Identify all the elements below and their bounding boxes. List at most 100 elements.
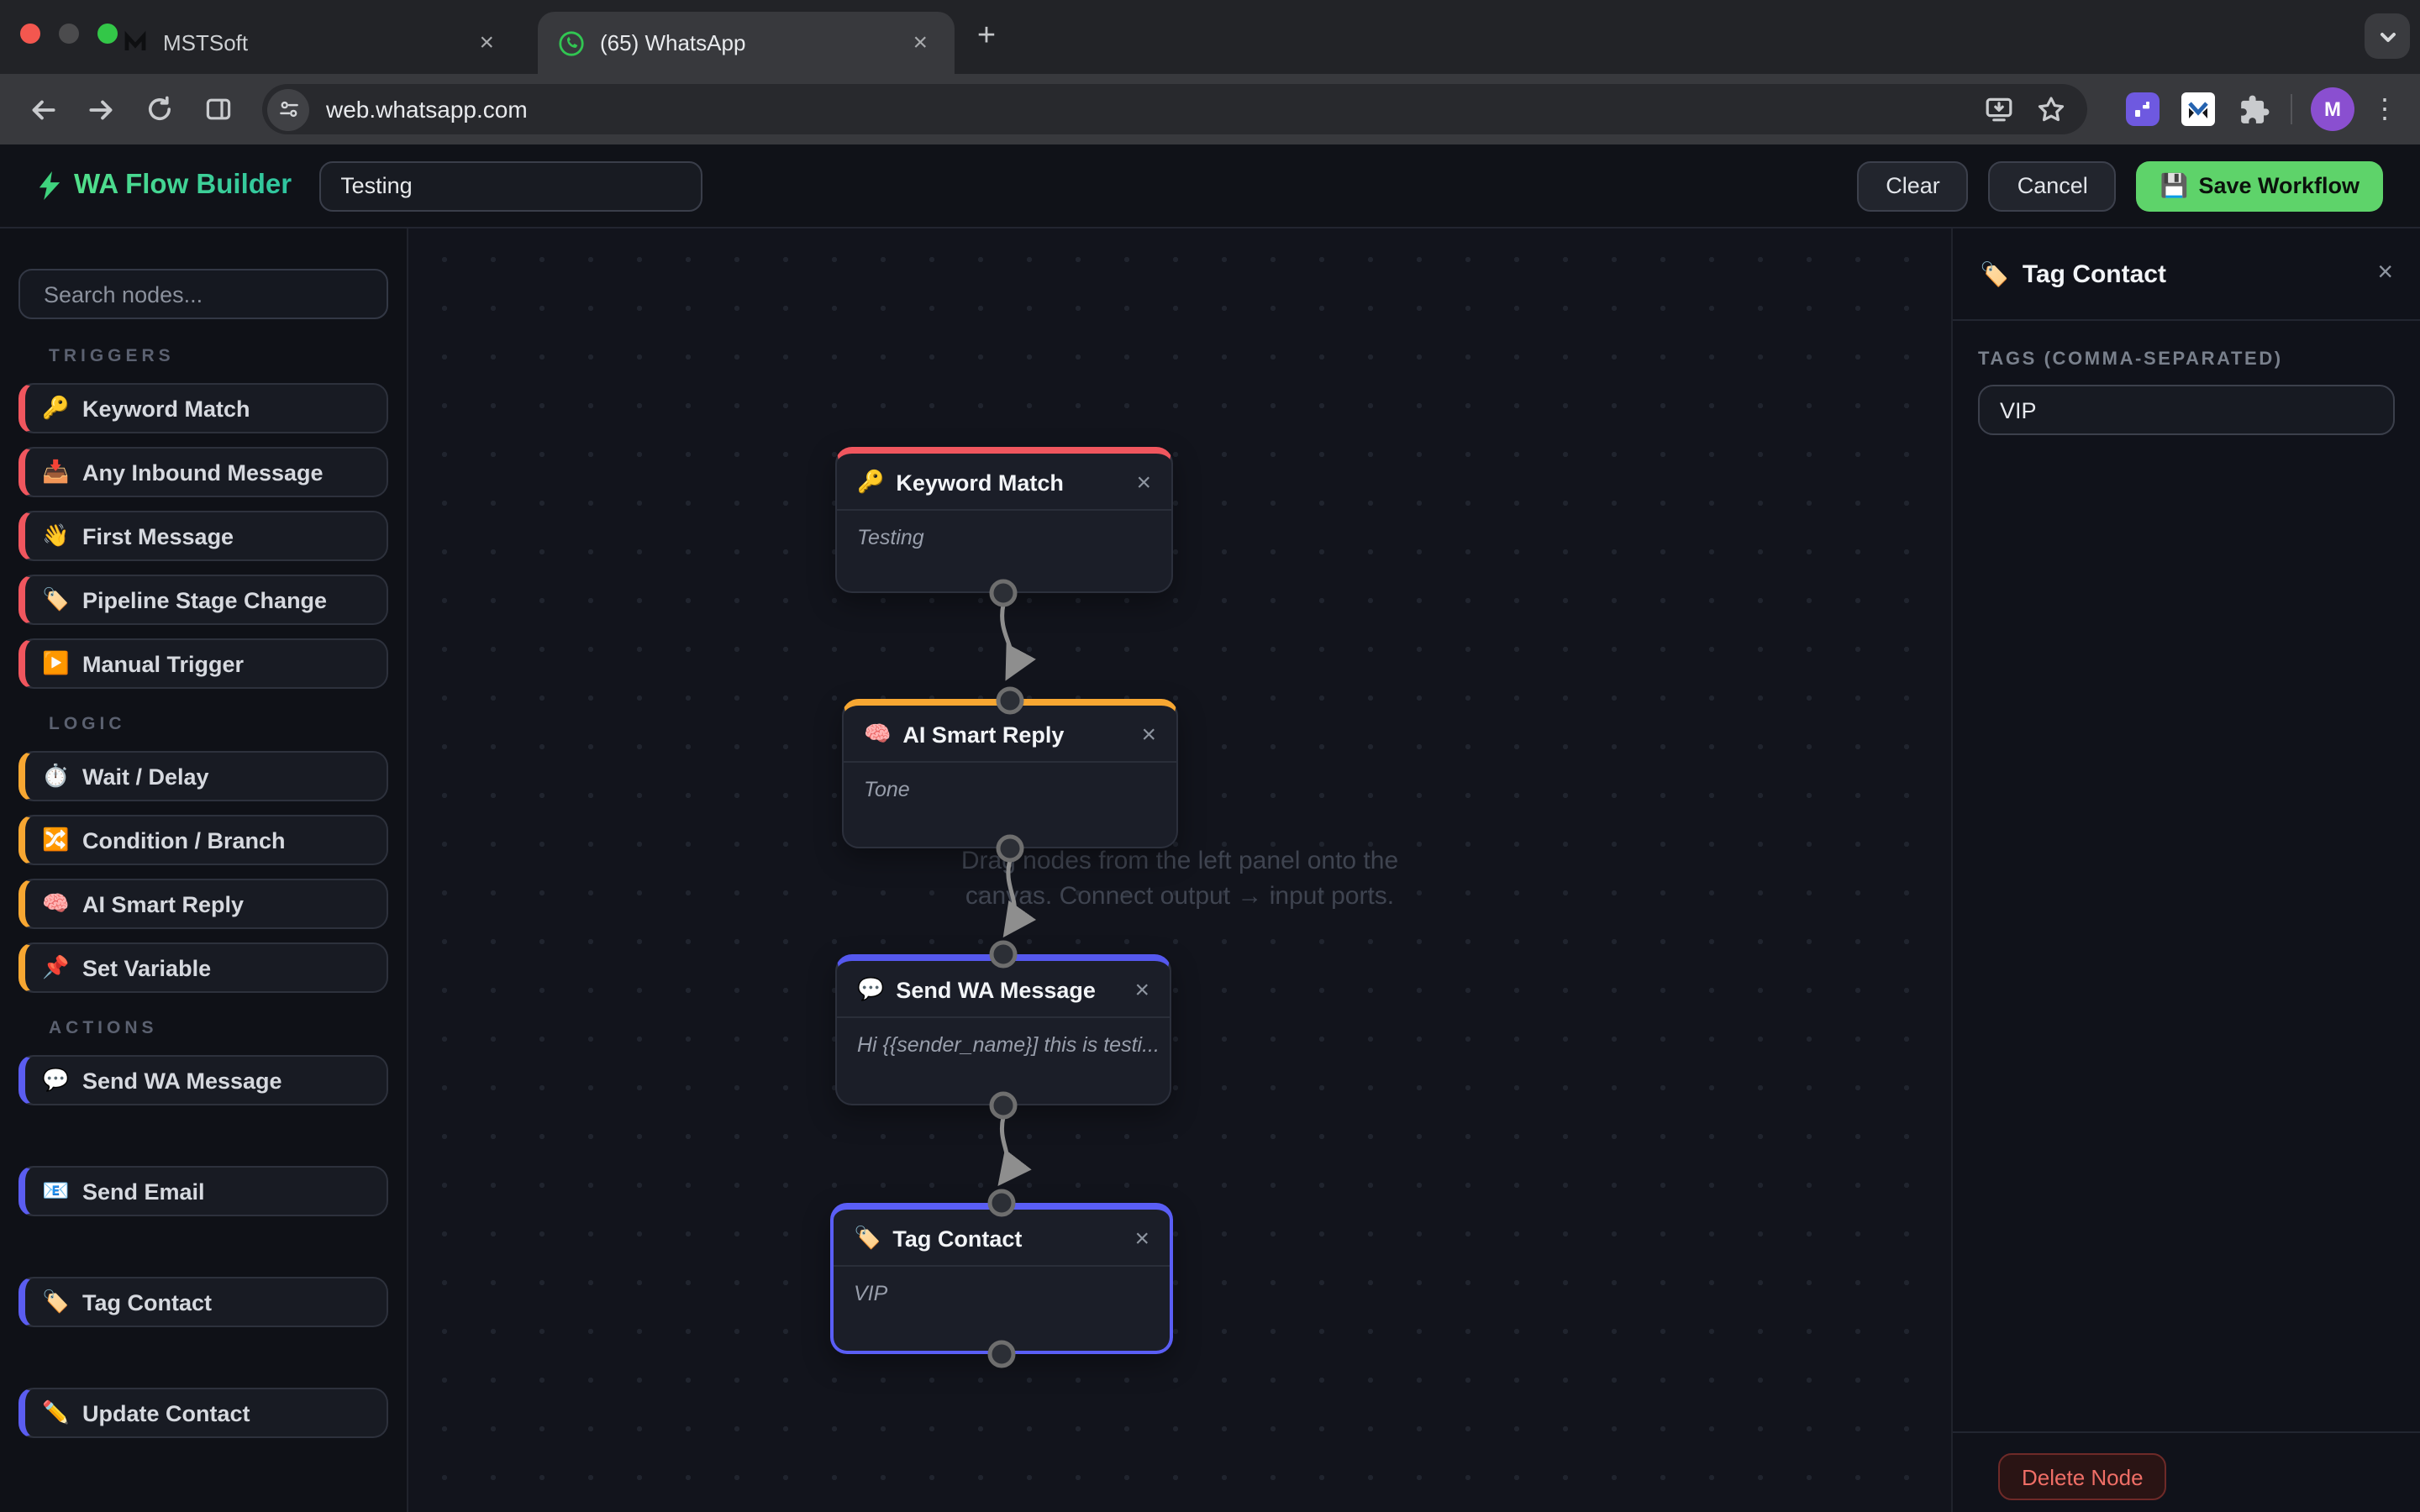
canvas-hint-line1: Drag nodes from the left panel onto the <box>408 843 1951 879</box>
install-icon <box>1982 93 2014 125</box>
speech-bubble-icon: 💬 <box>42 1067 71 1094</box>
node-palette-sidebar: TRIGGERS 🔑 Keyword Match 📥 Any Inbound M… <box>0 228 408 1512</box>
profile-avatar[interactable]: M <box>2311 87 2354 131</box>
node-title: AI Smart Reply <box>902 722 1064 747</box>
tab-close-icon[interactable]: × <box>472 30 501 55</box>
key-icon: 🔑 <box>857 469 884 496</box>
node-header: 🔑 Keyword Match × <box>837 454 1171 511</box>
tab-search-button[interactable] <box>2365 13 2410 59</box>
inspector-close-icon[interactable]: × <box>2377 259 2393 289</box>
palette-item-condition-branch[interactable]: 🔀 Condition / Branch <box>18 815 388 865</box>
tab-close-icon[interactable]: × <box>906 30 934 55</box>
shuffle-icon: 🔀 <box>42 827 71 853</box>
side-panel-button[interactable] <box>197 87 240 131</box>
node-tag-contact-selected[interactable]: 🏷️ Tag Contact × VIP <box>830 1203 1173 1354</box>
star-icon <box>2034 93 2066 125</box>
palette-item-wait-delay[interactable]: ⏱️ Wait / Delay <box>18 751 388 801</box>
section-label-actions: ACTIONS <box>18 1018 388 1038</box>
forward-button[interactable] <box>79 87 123 131</box>
node-keyword-match[interactable]: 🔑 Keyword Match × Testing <box>835 447 1173 593</box>
inbox-icon: 📥 <box>42 459 71 486</box>
pushpin-icon: 📌 <box>42 954 71 981</box>
back-button[interactable] <box>20 87 64 131</box>
node-ai-smart-reply[interactable]: 🧠 AI Smart Reply × Tone <box>842 699 1178 848</box>
node-close-icon[interactable]: × <box>1141 722 1156 747</box>
stopwatch-icon: ⏱️ <box>42 763 71 790</box>
palette-item-label: Pipeline Stage Change <box>82 587 327 612</box>
extensions-puzzle-button[interactable] <box>2237 92 2270 126</box>
save-workflow-button[interactable]: 💾 Save Workflow <box>2137 160 2383 211</box>
url-text[interactable]: web.whatsapp.com <box>326 96 528 123</box>
palette-item-label: Manual Trigger <box>82 651 244 676</box>
workflow-name-input[interactable] <box>318 160 702 211</box>
inspector-footer: Delete Node <box>1953 1431 2420 1512</box>
palette-item-label: First Message <box>82 523 234 549</box>
section-label-triggers: TRIGGERS <box>18 346 388 366</box>
palette-item-label: Update Contact <box>82 1400 250 1425</box>
node-close-icon[interactable]: × <box>1136 470 1151 495</box>
palette-item-manual-trigger[interactable]: ▶️ Manual Trigger <box>18 638 388 689</box>
palette-item-label: Set Variable <box>82 955 211 980</box>
node-header: 💬 Send WA Message × <box>837 961 1170 1018</box>
section-label-logic: LOGIC <box>18 714 388 734</box>
clear-button[interactable]: Clear <box>1857 160 1969 211</box>
palette-item-send-email[interactable]: 📧 Send Email <box>18 1166 388 1216</box>
palette-item-any-inbound-message[interactable]: 📥 Any Inbound Message <box>18 447 388 497</box>
app-title: WA Flow Builder <box>74 170 292 202</box>
mstsoft-dark-logo-icon <box>121 29 148 56</box>
address-bar[interactable]: web.whatsapp.com <box>262 84 2087 134</box>
window-minimize-button[interactable] <box>59 24 79 44</box>
tab-whatsapp[interactable]: (65) WhatsApp × <box>538 12 955 74</box>
palette-item-update-contact[interactable]: ✏️ Update Contact <box>18 1388 388 1438</box>
palette-item-keyword-match[interactable]: 🔑 Keyword Match <box>18 383 388 433</box>
browser-tab-bar: MSTSoft × (65) WhatsApp × + <box>0 0 2420 74</box>
edge-keyword-to-ai[interactable] <box>1002 605 1013 675</box>
browser-menu-button[interactable]: ⋮ <box>2370 92 2400 126</box>
canvas-hint-line2: canvas. Connect output → input ports. <box>408 879 1951 914</box>
palette-item-label: Any Inbound Message <box>82 459 324 485</box>
install-app-button[interactable] <box>1981 92 2015 126</box>
palette-item-ai-smart-reply[interactable]: 🧠 AI Smart Reply <box>18 879 388 929</box>
palette-item-send-wa-message[interactable]: 💬 Send WA Message <box>18 1055 388 1105</box>
palette-item-label: AI Smart Reply <box>82 891 244 916</box>
play-icon: ▶️ <box>42 650 71 677</box>
new-tab-button[interactable]: + <box>965 15 1008 59</box>
side-panel-icon <box>203 94 234 124</box>
node-send-wa-message[interactable]: 💬 Send WA Message × Hi {{sender_name}] t… <box>835 954 1171 1105</box>
browser-toolbar: web.whatsapp.com <box>0 74 2420 144</box>
extension-purple-icon[interactable] <box>2126 92 2160 126</box>
back-arrow-icon <box>26 93 58 125</box>
delete-node-button[interactable]: Delete Node <box>1998 1453 2167 1500</box>
reload-button[interactable] <box>138 87 182 131</box>
palette-item-pipeline-stage-change[interactable]: 🏷️ Pipeline Stage Change <box>18 575 388 625</box>
palette-item-label: Tag Contact <box>82 1289 212 1315</box>
app-root: MSTSoft × (65) WhatsApp × + <box>0 0 2420 1512</box>
flow-canvas[interactable]: Drag nodes from the left panel onto the … <box>408 228 1951 1512</box>
forward-arrow-icon <box>85 93 117 125</box>
node-close-icon[interactable]: × <box>1134 1226 1150 1251</box>
edge-send-to-tag[interactable] <box>1002 1117 1008 1181</box>
cancel-button[interactable]: Cancel <box>1989 160 2117 211</box>
node-close-icon[interactable]: × <box>1134 977 1150 1002</box>
palette-item-first-message[interactable]: 👋 First Message <box>18 511 388 561</box>
palette-item-label: Keyword Match <box>82 396 250 421</box>
search-nodes-input[interactable] <box>18 269 388 319</box>
brain-icon: 🧠 <box>42 890 71 917</box>
email-icon: 📧 <box>42 1178 71 1205</box>
tab-mstsoft[interactable]: MSTSoft × <box>101 12 521 74</box>
node-body-text: Hi {{sender_name}] this is testi... <box>837 1018 1170 1072</box>
tags-input[interactable] <box>1978 385 2395 435</box>
bookmark-star-button[interactable] <box>2033 92 2067 126</box>
node-body-text: Testing <box>837 511 1171 564</box>
palette-item-tag-contact[interactable]: 🏷️ Tag Contact <box>18 1277 388 1327</box>
site-info-button[interactable] <box>267 88 309 130</box>
tags-field-label: TAGS (COMMA-SEPARATED) <box>1978 349 2395 370</box>
key-icon: 🔑 <box>42 395 71 422</box>
extension-mstsoft-icon[interactable] <box>2181 92 2215 126</box>
wave-icon: 👋 <box>42 522 71 549</box>
node-header: 🧠 AI Smart Reply × <box>844 706 1176 763</box>
tab-title: MSTSoft <box>163 30 472 55</box>
window-close-button[interactable] <box>20 24 40 44</box>
palette-item-set-variable[interactable]: 📌 Set Variable <box>18 942 388 993</box>
node-body-text: VIP <box>834 1267 1170 1320</box>
